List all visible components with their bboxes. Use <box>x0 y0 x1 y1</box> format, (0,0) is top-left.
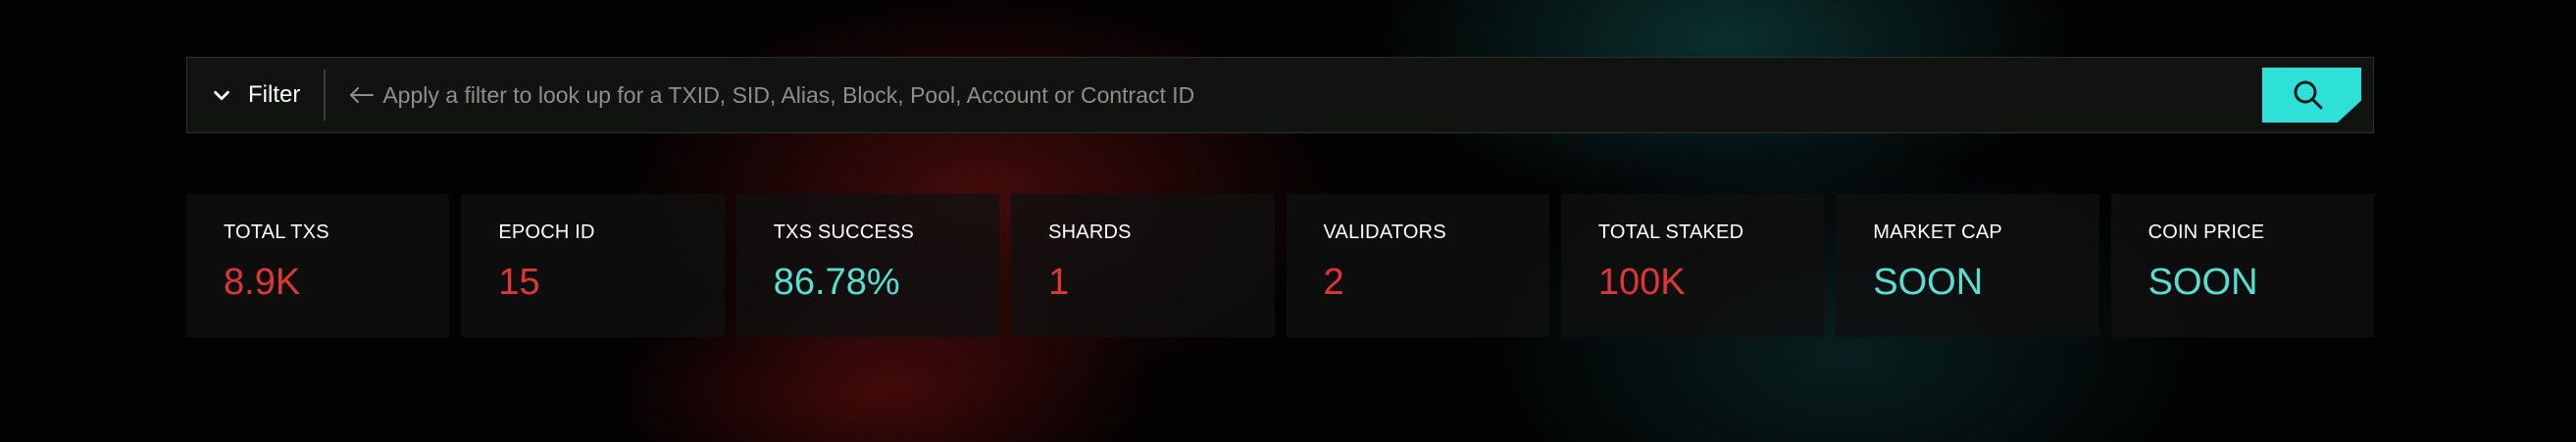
stat-label: TXS SUCCESS <box>773 221 915 243</box>
search-icon <box>2294 80 2322 110</box>
stat-value: SOON <box>1873 262 1984 303</box>
arrow-left-icon <box>350 87 375 103</box>
stat-value: SOON <box>2147 262 2258 303</box>
stat-label: COIN PRICE <box>2147 221 2265 243</box>
filter-label: Filter <box>248 81 301 108</box>
stat-card-coin-price: COIN PRICE SOON <box>2110 194 2374 337</box>
stat-label: EPOCH ID <box>498 221 595 243</box>
search-bar: Filter <box>186 57 2374 133</box>
stat-value: 15 <box>498 262 540 303</box>
chevron-down-icon <box>214 90 229 101</box>
stat-value: 2 <box>1323 262 1344 303</box>
filter-button[interactable]: Filter <box>187 58 324 132</box>
stat-value: 1 <box>1048 262 1070 303</box>
stat-label: TOTAL TXS <box>224 221 329 243</box>
stat-label: TOTAL STAKED <box>1597 221 1744 243</box>
stat-label: MARKET CAP <box>1873 221 2002 243</box>
stat-card-txs-success: TXS SUCCESS 86.78% <box>735 194 1000 337</box>
stat-value: 8.9K <box>224 262 301 303</box>
stat-card-total-txs: TOTAL TXS 8.9K <box>186 194 450 337</box>
stat-label: SHARDS <box>1048 221 1132 243</box>
stats-row: TOTAL TXS 8.9K EPOCH ID 15 TXS SUCCESS 8… <box>186 194 2374 337</box>
stat-value: 86.78% <box>773 262 900 303</box>
stat-card-total-staked: TOTAL STAKED 100K <box>1560 194 1825 337</box>
search-button[interactable] <box>2262 68 2361 123</box>
stat-label: VALIDATORS <box>1323 221 1446 243</box>
stat-card-shards: SHARDS 1 <box>1011 194 1275 337</box>
stat-value: 100K <box>1597 262 1686 303</box>
search-input-wrapper <box>326 58 2262 132</box>
stat-card-validators: VALIDATORS 2 <box>1286 194 1549 337</box>
stat-card-epoch-id: EPOCH ID 15 <box>461 194 725 337</box>
search-input[interactable] <box>382 58 2262 132</box>
stat-card-market-cap: MARKET CAP SOON <box>1836 194 2099 337</box>
